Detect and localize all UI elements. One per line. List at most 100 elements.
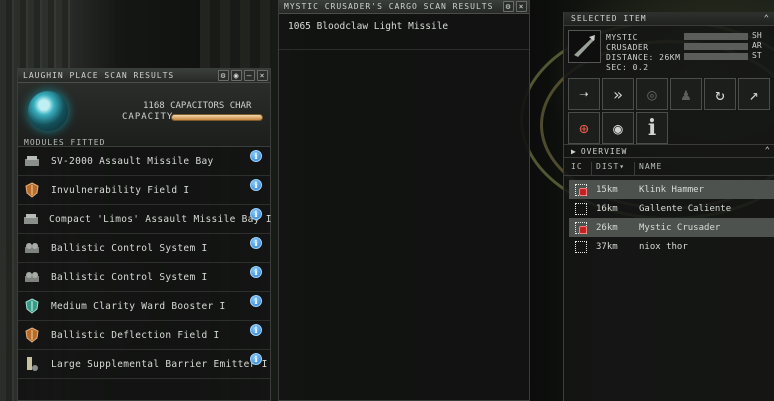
- minimize-icon[interactable]: –: [244, 70, 255, 81]
- capacitor-section: 1168 CAPACITORS CHAR CAPACITY MODULES FI…: [18, 83, 270, 147]
- column-distance-header[interactable]: DIST▾: [592, 162, 635, 175]
- fleet-icon[interactable]: ♟: [670, 78, 702, 110]
- module-row[interactable]: Ballistic Control System I i: [18, 263, 270, 292]
- window-header[interactable]: MYSTIC CRUSADER'S CARGO SCAN RESULTS ⚙ ×: [279, 0, 529, 14]
- orbit-icon[interactable]: ◎: [636, 78, 668, 110]
- window-title: MYSTIC CRUSADER'S CARGO SCAN RESULTS: [284, 2, 494, 11]
- module-name: Compact 'Limos' Assault Missile Bay I: [49, 213, 272, 225]
- ship-thumbnail[interactable]: [568, 30, 601, 63]
- shield-booster-icon: [23, 297, 41, 315]
- module-row[interactable]: Ballistic Deflection Field I i: [18, 321, 270, 350]
- info-icon[interactable]: i: [250, 179, 262, 191]
- capacitor-orb-icon: [28, 91, 68, 131]
- missile-bay-icon: [23, 210, 39, 228]
- selected-item-info: MYSTIC CRUSADER DISTANCE: 26KM SEC: 0.2: [606, 33, 680, 73]
- overview-rows: 15km Klink Hammer 16km Gallente Caliente 26k…: [569, 180, 774, 256]
- look-at-icon[interactable]: ◉: [602, 112, 634, 144]
- selected-item-title: SELECTED ITEM: [571, 14, 647, 23]
- info-icon[interactable]: i: [250, 266, 262, 278]
- overview-row[interactable]: 26km Mystic Crusader: [569, 218, 774, 237]
- collapse-icon[interactable]: ⌃: [764, 14, 770, 24]
- settings-icon[interactable]: ⚙: [503, 1, 514, 12]
- module-name: Ballistic Deflection Field I: [51, 329, 220, 341]
- cargo-list: 1065 Bloodclaw Light Missile: [279, 14, 529, 50]
- close-icon[interactable]: ×: [516, 1, 527, 12]
- health-bars: SH AR ST: [684, 31, 762, 63]
- overview-distance: 37km: [596, 241, 618, 252]
- selected-item-header[interactable]: SELECTED ITEM ⌃: [564, 12, 774, 26]
- shield-label: SH: [752, 31, 762, 40]
- target-bracket-icon: [569, 202, 592, 215]
- hostile-flag-icon: [578, 187, 587, 196]
- module-row[interactable]: Invulnerability Field I i: [18, 176, 270, 205]
- barrier-emitter-icon: [23, 355, 41, 373]
- info-icon[interactable]: i: [250, 324, 262, 336]
- capacitor-bar: [171, 114, 263, 121]
- module-row[interactable]: SV-2000 Assault Missile Bay i: [18, 147, 270, 176]
- ship-name-line2: CRUSADER: [606, 43, 649, 52]
- module-name: Large Supplemental Barrier Emitter I: [51, 358, 268, 370]
- module-list: SV-2000 Assault Missile Bay i Invulnerabil…: [18, 147, 272, 379]
- overview-name: Gallente Caliente: [639, 203, 732, 214]
- missile-bay-icon: [23, 152, 41, 170]
- keep-range-icon[interactable]: ↻: [704, 78, 736, 110]
- shield-bar: SH: [684, 31, 762, 40]
- overview-row[interactable]: 37km niox thor: [569, 237, 774, 256]
- pin-icon[interactable]: ◉: [231, 70, 242, 81]
- approach-icon[interactable]: ➝: [568, 78, 600, 110]
- overview-title: OVERVIEW: [580, 146, 628, 156]
- modules-fitted-label: MODULES FITTED: [24, 138, 106, 147]
- ship-scan-window: LAUGHIN PLACE SCAN RESULTS ⚙ ◉ – × 1168 …: [17, 68, 271, 401]
- module-name: Ballistic Control System I: [51, 271, 208, 283]
- align-icon[interactable]: ↗: [738, 78, 770, 110]
- target-bracket-icon: [569, 240, 592, 253]
- warp-icon[interactable]: »: [602, 78, 634, 110]
- collapse-icon[interactable]: ⌃: [765, 146, 771, 156]
- settings-icon[interactable]: ⚙: [218, 70, 229, 81]
- capacity-label: CAPACITY: [122, 112, 174, 122]
- sort-arrow-icon: ▾: [619, 162, 626, 171]
- cargo-scan-window: MYSTIC CRUSADER'S CARGO SCAN RESULTS ⚙ ×…: [278, 0, 530, 401]
- target-bracket-icon: [569, 183, 592, 196]
- overview-distance: 16km: [596, 203, 618, 214]
- column-icon-header[interactable]: IC: [564, 162, 592, 175]
- info-icon[interactable]: i: [636, 112, 668, 144]
- target-bracket-icon: [569, 221, 592, 234]
- ballistic-control-icon: [23, 239, 41, 257]
- armor-label: AR: [752, 41, 762, 50]
- info-icon[interactable]: i: [250, 208, 262, 220]
- column-name-header[interactable]: NAME: [635, 162, 774, 175]
- info-icon[interactable]: i: [250, 353, 262, 365]
- overview-name: niox thor: [639, 241, 688, 252]
- selected-item-panel: SELECTED ITEM ⌃ MYSTIC CRUSADER DISTANCE…: [563, 12, 774, 401]
- module-name: Medium Clarity Ward Booster I: [51, 300, 226, 312]
- overview-header[interactable]: ▶ OVERVIEW ⌃: [564, 144, 774, 158]
- module-name: SV-2000 Assault Missile Bay: [51, 155, 214, 167]
- action-buttons: ➝» ◎ ♟ ↻ ↗ ⊕ ◉ i: [568, 78, 770, 144]
- module-name: Ballistic Control System I: [51, 242, 208, 254]
- info-icon[interactable]: i: [250, 295, 262, 307]
- overview-row[interactable]: 15km Klink Hammer: [569, 180, 774, 199]
- module-row[interactable]: Large Supplemental Barrier Emitter Ii: [18, 350, 270, 379]
- module-row[interactable]: Compact 'Limos' Assault Missile Bay Ii: [18, 205, 272, 234]
- window-header[interactable]: LAUGHIN PLACE SCAN RESULTS ⚙ ◉ – ×: [18, 69, 270, 83]
- window-title: LAUGHIN PLACE SCAN RESULTS: [23, 71, 175, 80]
- shield-field-icon: [23, 326, 41, 344]
- lock-target-icon[interactable]: ⊕: [568, 112, 600, 144]
- module-row[interactable]: Ballistic Control System I i: [18, 234, 270, 263]
- shield-field-icon: [23, 181, 41, 199]
- module-row[interactable]: Medium Clarity Ward Booster I i: [18, 292, 270, 321]
- expand-arrow-icon[interactable]: ▶: [571, 147, 577, 156]
- overview-row[interactable]: 16km Gallente Caliente: [569, 199, 774, 218]
- overview-columns: IC DIST▾ NAME: [564, 162, 774, 176]
- hostile-flag-icon: [578, 225, 587, 234]
- cargo-item[interactable]: 1065 Bloodclaw Light Missile: [279, 14, 529, 50]
- distance-text: DISTANCE: 26KM: [606, 53, 681, 62]
- close-icon[interactable]: ×: [257, 70, 268, 81]
- security-text: SEC: 0.2: [606, 63, 649, 72]
- module-name: Invulnerability Field I: [51, 184, 190, 196]
- info-icon[interactable]: i: [250, 237, 262, 249]
- info-icon[interactable]: i: [250, 150, 262, 162]
- overview-distance: 26km: [596, 222, 618, 233]
- overview-distance: 15km: [596, 184, 618, 195]
